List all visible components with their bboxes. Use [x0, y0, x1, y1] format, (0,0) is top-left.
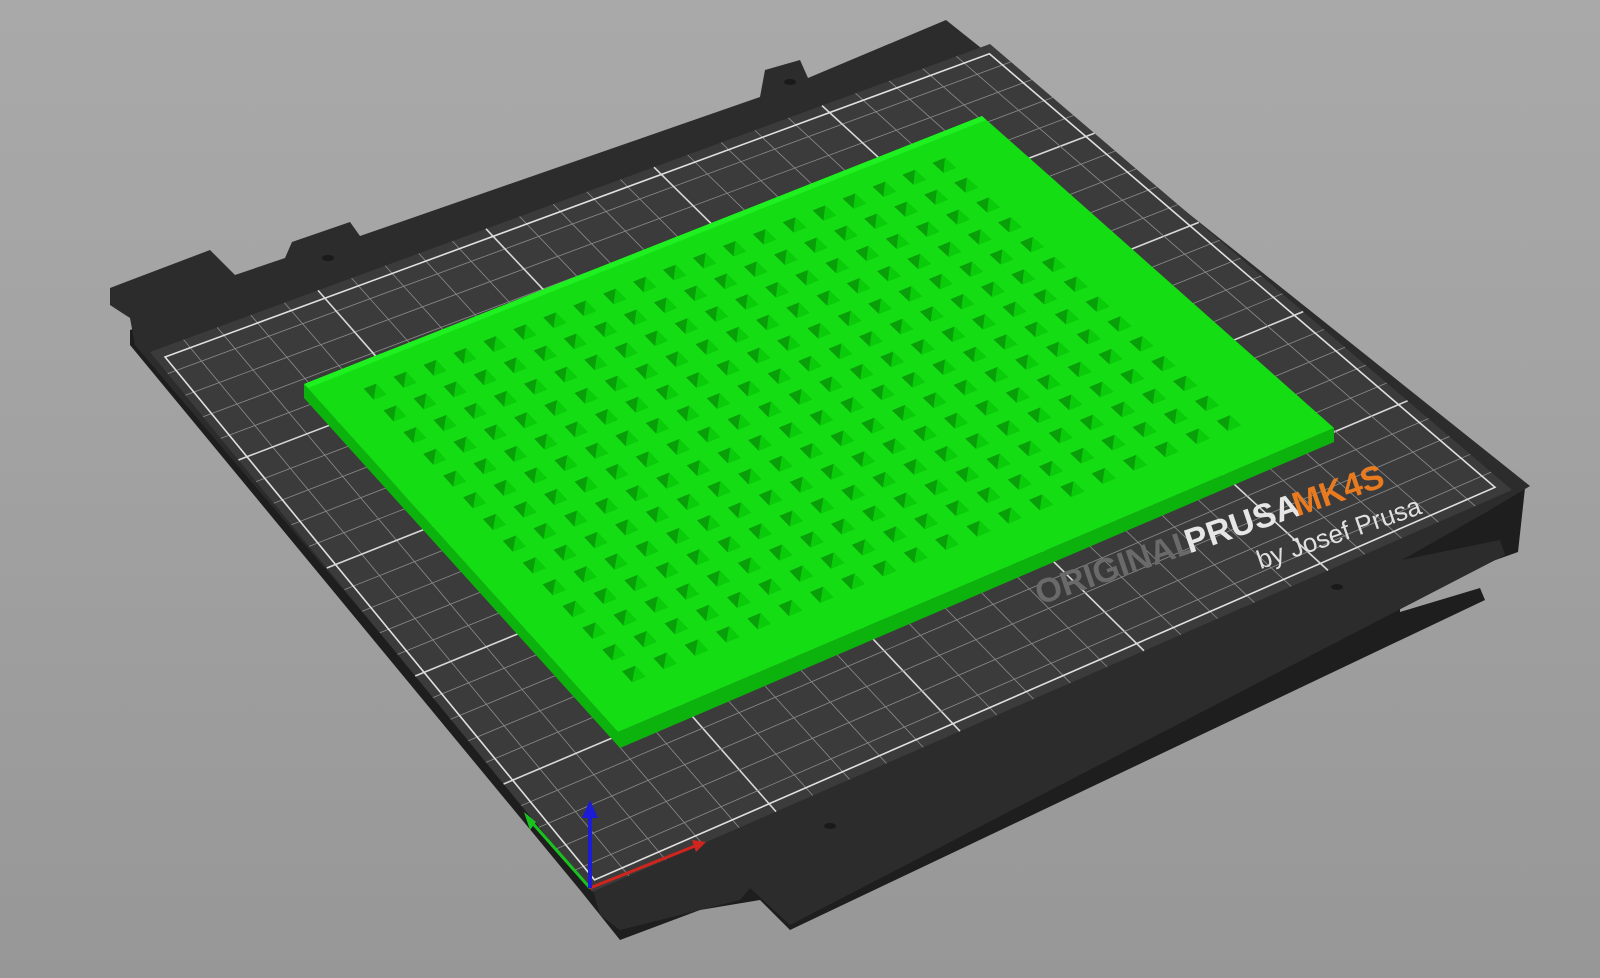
mount-hole: [1331, 584, 1343, 590]
mount-hole: [784, 79, 796, 85]
mount-hole: [824, 823, 836, 829]
3d-viewport[interactable]: ORIGINAL PRUSA MK4S by Josef Prusa: [0, 0, 1600, 978]
mount-hole: [322, 255, 334, 261]
scene-canvas[interactable]: ORIGINAL PRUSA MK4S by Josef Prusa: [0, 0, 1600, 978]
